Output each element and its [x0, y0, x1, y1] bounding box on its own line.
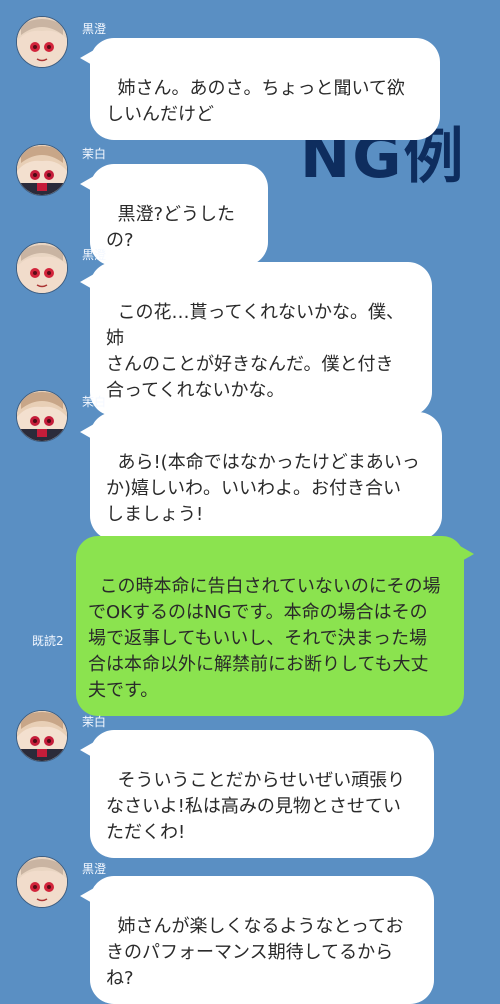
avatar-mashiro[interactable] [16, 710, 68, 762]
avatar-mashiro[interactable] [16, 144, 68, 196]
message-bubble[interactable]: 姉さんが楽しくなるようなとってお きのパフォーマンス期待してるから ね? [80, 876, 434, 1004]
sender-name: 茉白 [82, 395, 107, 409]
message-text: 姉さんが楽しくなるようなとってお きのパフォーマンス期待してるから ね? [106, 916, 404, 989]
sender-name: 黒澄 [82, 862, 107, 876]
read-receipt: 既読2 [32, 634, 64, 648]
bubble-tail [80, 742, 94, 758]
avatar-kurosumi[interactable] [16, 856, 68, 908]
message-bubble[interactable]: あら!(本命ではなかったけどまあいっ か)嬉しいわ。いいわよ。お付き合い しまし… [80, 412, 442, 540]
message-text: そういうことだからせいぜい頑張り なさいよ!私は高みの見物とさせてい ただくわ! [106, 770, 406, 843]
sender-name: 黒澄 [82, 22, 107, 36]
message-text: この時本命に告白されていないのにその場 でOKするのはNGです。本命の場合はその… [88, 576, 441, 701]
message-bubble-sent[interactable]: この時本命に告白されていないのにその場 でOKするのはNGです。本命の場合はその… [76, 536, 474, 716]
message-text: この花…貰ってくれないかな。僕、姉 さんのことが好きなんだ。僕と付き 合ってくれ… [106, 302, 405, 401]
avatar-kurosumi[interactable] [16, 16, 68, 68]
message-bubble[interactable]: 黒澄?どうしたの? [80, 164, 268, 266]
sender-name: 茉白 [82, 147, 107, 161]
bubble-tail [80, 50, 94, 66]
avatar-mashiro-icon [17, 711, 67, 761]
message-text: 黒澄?どうしたの? [106, 204, 236, 251]
bubble-tail [80, 424, 94, 440]
bubble-tail [80, 888, 94, 904]
avatar-kurosumi-icon [17, 857, 67, 907]
message-bubble[interactable]: この花…貰ってくれないかな。僕、姉 さんのことが好きなんだ。僕と付き 合ってくれ… [80, 262, 432, 416]
bubble-tail [460, 546, 474, 562]
message-bubble[interactable]: そういうことだからせいぜい頑張り なさいよ!私は高みの見物とさせてい ただくわ! [80, 730, 434, 858]
bubble-tail [80, 274, 94, 290]
bubble-tail [80, 176, 94, 192]
avatar-mashiro-icon [17, 391, 67, 441]
sender-name: 茉白 [82, 715, 107, 729]
avatar-kurosumi-icon [17, 17, 67, 67]
message-text: 姉さん。あのさ。ちょっと聞いて欲 しいんだけど [106, 78, 405, 125]
avatar-kurosumi[interactable] [16, 242, 68, 294]
avatar-mashiro[interactable] [16, 390, 68, 442]
message-text: あら!(本命ではなかったけどまあいっ か)嬉しいわ。いいわよ。お付き合い しまし… [106, 452, 420, 525]
message-bubble[interactable]: 姉さん。あのさ。ちょっと聞いて欲 しいんだけど [80, 38, 440, 140]
avatar-mashiro-icon [17, 145, 67, 195]
avatar-kurosumi-icon [17, 243, 67, 293]
sender-name: 黒澄 [82, 248, 107, 262]
